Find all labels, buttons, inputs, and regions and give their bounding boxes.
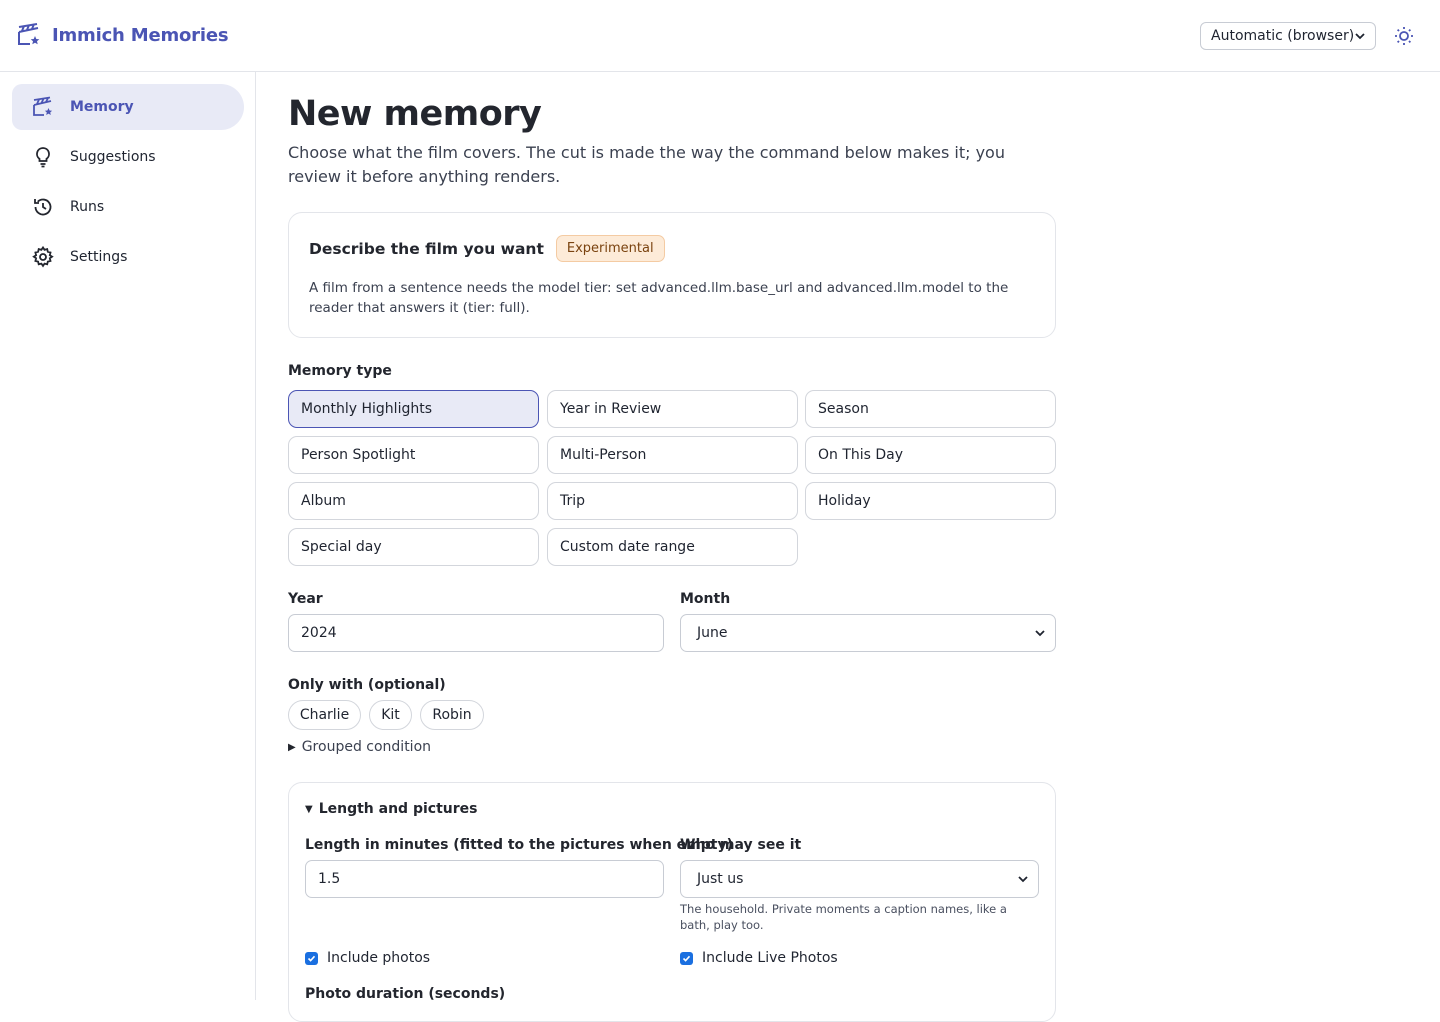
- describe-film-body: A film from a sentence needs the model t…: [309, 280, 1009, 316]
- experimental-badge: Experimental: [555, 235, 665, 262]
- person-chip-kit[interactable]: Kit: [369, 700, 412, 730]
- memory-type-multi-person[interactable]: Multi-Person: [547, 436, 798, 474]
- include-photos-checkbox[interactable]: Include photos: [305, 950, 430, 966]
- sidebar-item-suggestions[interactable]: Suggestions: [12, 134, 244, 180]
- app-title: Immich Memories: [52, 24, 229, 46]
- triangle-right-icon: ▶: [288, 741, 296, 753]
- memory-type-label: Memory type: [288, 363, 392, 379]
- memory-type-monthly-highlights[interactable]: Monthly Highlights: [288, 390, 539, 428]
- visibility-label: Who may see it: [680, 837, 802, 853]
- length-minutes-input[interactable]: 1.5: [305, 860, 664, 898]
- clapperboard-sparkle-icon: [33, 96, 53, 116]
- include-photos-label: Include photos: [327, 950, 431, 966]
- page-lede: Choose what the film covers. The cut is …: [288, 143, 1005, 186]
- sun-icon: [1395, 27, 1413, 45]
- length-minutes-label: Length in minutes (fitted to the picture…: [305, 837, 733, 853]
- history-icon: [34, 198, 52, 216]
- describe-film-title: Describe the film you want: [309, 239, 544, 258]
- person-chip-charlie[interactable]: Charlie: [288, 700, 361, 730]
- visibility-value: Just us: [697, 871, 744, 887]
- top-bar: Immich Memories Automatic (browser): [0, 0, 1440, 72]
- sidebar-item-runs[interactable]: Runs: [12, 184, 244, 230]
- sidebar: Memory Suggestions Runs Settings: [0, 72, 256, 1000]
- sidebar-item-memory[interactable]: Memory: [12, 84, 244, 130]
- length-and-pictures-title: Length and pictures: [318, 801, 478, 817]
- month-select[interactable]: June: [680, 614, 1056, 652]
- person-chip-robin[interactable]: Robin: [420, 700, 484, 730]
- sidebar-item-label: Settings: [70, 249, 128, 265]
- length-minutes-value: 1.5: [318, 871, 341, 887]
- memory-type-person-spotlight[interactable]: Person Spotlight: [288, 436, 539, 474]
- visibility-select[interactable]: Just us: [680, 860, 1039, 898]
- length-and-pictures-card: ▼ Length and pictures Length in minutes …: [288, 782, 1056, 1022]
- chevron-down-icon: [1035, 630, 1045, 637]
- memory-type-year-in-review[interactable]: Year in Review: [547, 390, 798, 428]
- brand[interactable]: Immich Memories: [16, 22, 229, 48]
- lightbulb-icon: [36, 147, 50, 168]
- describe-film-card: Describe the film you want Experimental …: [288, 212, 1056, 338]
- sidebar-item-settings[interactable]: Settings: [12, 234, 244, 280]
- chevron-down-icon: [1018, 876, 1028, 883]
- gear-icon: [32, 246, 54, 268]
- triangle-down-icon: ▼: [305, 803, 313, 815]
- sidebar-item-label: Runs: [70, 199, 105, 215]
- memory-type-holiday[interactable]: Holiday: [805, 482, 1056, 520]
- memory-type-trip[interactable]: Trip: [547, 482, 798, 520]
- memory-type-season[interactable]: Season: [805, 390, 1056, 428]
- year-value: 2024: [301, 625, 337, 641]
- chevron-down-icon: [1355, 33, 1365, 40]
- clapperboard-sparkle-icon: [18, 23, 40, 45]
- theme-toggle-button[interactable]: [1392, 24, 1416, 48]
- grouped-condition-label: Grouped condition: [301, 739, 432, 755]
- year-input[interactable]: 2024: [288, 614, 664, 652]
- only-with-label: Only with (optional): [288, 677, 446, 693]
- sidebar-item-label: Suggestions: [70, 149, 156, 165]
- month-label: Month: [680, 591, 731, 607]
- include-live-photos-checkbox[interactable]: Include Live Photos: [680, 950, 838, 966]
- month-value: June: [697, 625, 728, 641]
- memory-type-album[interactable]: Album: [288, 482, 539, 520]
- memory-type-on-this-day[interactable]: On This Day: [805, 436, 1056, 474]
- include-live-photos-label: Include Live Photos: [702, 950, 838, 966]
- length-and-pictures-toggle[interactable]: ▼ Length and pictures: [305, 801, 477, 817]
- theme-select[interactable]: Automatic (browser): [1200, 22, 1376, 50]
- sidebar-item-label: Memory: [70, 99, 134, 115]
- memory-type-custom-date-range[interactable]: Custom date range: [547, 528, 798, 566]
- memory-type-special-day[interactable]: Special day: [288, 528, 539, 566]
- year-label: Year: [288, 591, 323, 607]
- page-title: New memory: [288, 94, 542, 134]
- grouped-condition-toggle[interactable]: ▶ Grouped condition: [288, 739, 431, 755]
- checkbox-checked-icon: [680, 951, 693, 965]
- visibility-hint: The household. Private moments a caption…: [680, 902, 1007, 932]
- theme-select-value: Automatic (browser): [1211, 28, 1355, 44]
- checkbox-checked-icon: [305, 951, 318, 965]
